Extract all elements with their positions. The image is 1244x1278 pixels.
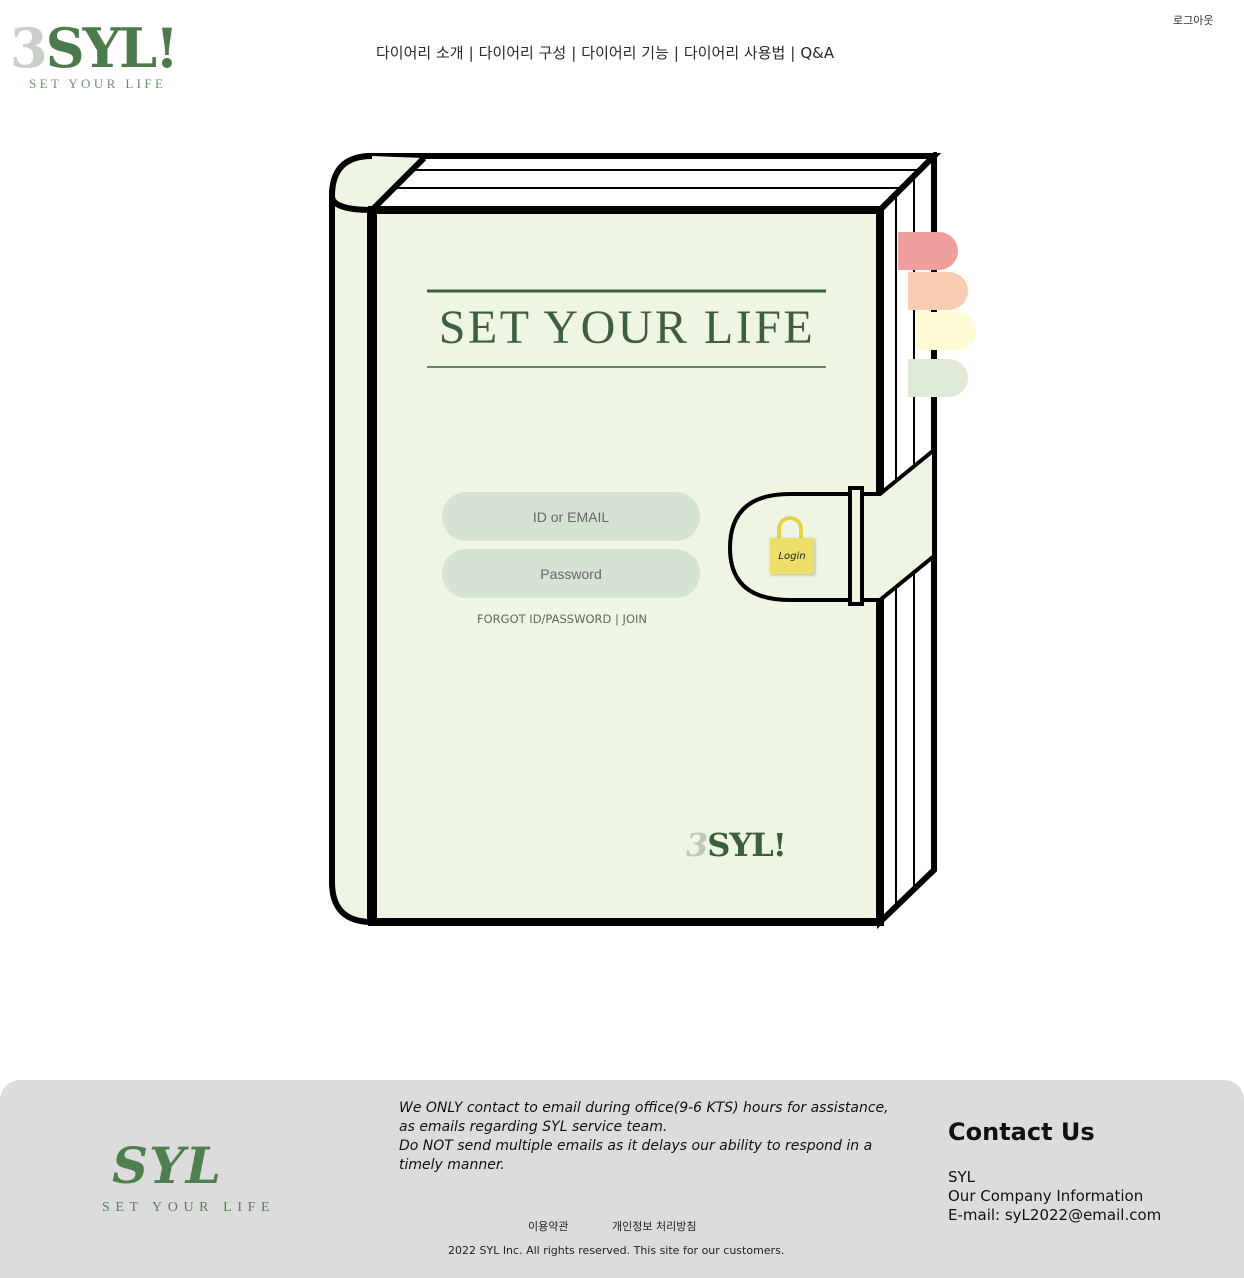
contact-company: SYL (948, 1168, 976, 1186)
diary-book-illustration (328, 152, 942, 930)
notice-line: as emails regarding SYL service team. (399, 1119, 668, 1135)
main-nav: 다이어리 소개 | 다이어리 구성 | 다이어리 기능 | 다이어리 사용법 | Q&A (376, 42, 834, 63)
id-email-input[interactable] (442, 492, 700, 541)
bookmark-tab-2[interactable] (908, 272, 968, 310)
nav-separator: | (790, 44, 796, 62)
cover-logo: 3SYL! (686, 826, 787, 864)
account-links: FORGOT ID/PASSWORD | JOIN (477, 612, 647, 626)
privacy-policy-link[interactable]: 개인정보 처리방침 (612, 1218, 696, 1234)
book-spine (329, 152, 375, 926)
site-logo[interactable]: 3SYL! SET YOUR LIFE (10, 18, 200, 98)
nav-item-usage[interactable]: 다이어리 사용법 (684, 44, 785, 62)
nav-separator: | (468, 44, 474, 62)
footer-logo-mark: SYL (112, 1136, 222, 1195)
contact-company-info: Our Company Information (948, 1187, 1144, 1205)
terms-link[interactable]: 이용약관 (528, 1218, 568, 1234)
logo-mark: 3SYL! (10, 16, 179, 80)
footer-logo-tagline: SET YOUR LIFE (102, 1200, 276, 1215)
contact-us-heading: Contact Us (948, 1118, 1095, 1146)
forgot-id-password-link[interactable]: FORGOT ID/PASSWORD (477, 612, 611, 626)
bookmark-tab-1[interactable] (898, 232, 958, 270)
login-button[interactable]: Login (768, 516, 816, 576)
copyright-text: 2022 SYL Inc. All rights reserved. This … (448, 1244, 785, 1257)
logo-tagline: SET YOUR LIFE (29, 76, 167, 91)
nav-separator: | (673, 44, 679, 62)
contact-email: E-mail: syL2022@email.com (948, 1206, 1162, 1224)
bookmark-tab-4[interactable] (908, 359, 968, 397)
nav-item-qna[interactable]: Q&A (800, 44, 834, 62)
contact-info: SYL Our Company Information E-mail: syL2… (948, 1168, 1161, 1225)
password-input[interactable] (442, 549, 700, 598)
login-label: Login (770, 538, 814, 574)
nav-separator: | (571, 44, 577, 62)
link-separator: | (615, 612, 619, 626)
contact-notice: We ONLY contact to email during office(9… (399, 1099, 889, 1175)
nav-item-features[interactable]: 다이어리 기능 (581, 44, 669, 62)
notice-line: We ONLY contact to email during office(9… (399, 1100, 889, 1116)
nav-item-intro[interactable]: 다이어리 소개 (376, 44, 464, 62)
book-top-pages (369, 153, 942, 213)
notice-line: timely manner. (399, 1157, 505, 1173)
nav-item-structure[interactable]: 다이어리 구성 (479, 44, 567, 62)
join-link[interactable]: JOIN (623, 612, 647, 626)
notice-line: Do NOT send multiple emails as it delays… (399, 1138, 873, 1154)
logout-link[interactable]: 로그아웃 (1173, 12, 1213, 28)
footer-logo: SYL SET YOUR LIFE (102, 1136, 324, 1228)
cover-title: SET YOUR LIFE (438, 301, 816, 354)
bookmark-tab-3[interactable] (916, 312, 976, 350)
